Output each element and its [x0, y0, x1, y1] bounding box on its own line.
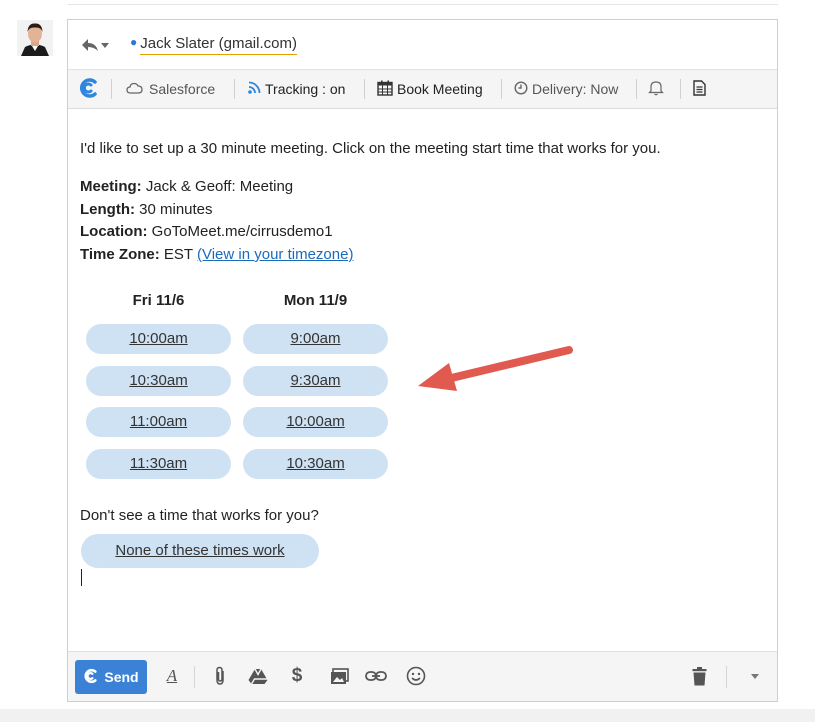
view-timezone-link[interactable]: (View in your timezone) [197, 246, 353, 263]
more-options-icon[interactable] [744, 665, 766, 687]
reply-icon[interactable] [80, 36, 100, 54]
meeting-label: Meeting: [80, 178, 142, 195]
time-slot[interactable]: 9:00am [243, 324, 388, 354]
text-cursor [81, 569, 82, 586]
clock-icon [514, 80, 528, 98]
location-value: GoToMeet.me/cirrusdemo1 [147, 223, 333, 240]
time-slot[interactable]: 10:00am [243, 407, 388, 437]
toolbar-divider [111, 79, 112, 99]
time-slot[interactable]: 10:30am [86, 366, 231, 396]
meeting-value: Jack & Geoff: Meeting [141, 178, 294, 195]
link-icon[interactable] [365, 665, 387, 687]
length-line: Length: 30 minutes [80, 201, 213, 218]
location-line: Location: GoToMeet.me/cirrusdemo1 [80, 223, 333, 240]
trash-icon[interactable] [688, 665, 710, 687]
footer-divider [194, 666, 195, 688]
toolbar-divider [636, 79, 637, 99]
page-bottom-band [0, 709, 815, 722]
rss-icon [248, 81, 261, 97]
none-of-these-times-button[interactable]: None of these times work [81, 534, 319, 568]
photo-icon[interactable] [328, 665, 350, 687]
emoji-icon[interactable] [405, 665, 427, 687]
footer-divider [726, 666, 727, 688]
time-slot[interactable]: 10:30am [243, 449, 388, 479]
drive-icon[interactable] [247, 665, 269, 687]
intro-text: I'd like to set up a 30 minute meeting. … [80, 140, 661, 157]
salesforce-button[interactable]: Salesforce [126, 70, 215, 108]
recipient-dot-icon: ● [130, 35, 138, 49]
delivery-button[interactable]: Delivery: Now [514, 70, 618, 108]
reminder-button[interactable] [648, 70, 664, 108]
timezone-label: Time Zone: [80, 246, 160, 263]
book-meeting-label: Book Meeting [397, 81, 483, 97]
meeting-line: Meeting: Jack & Geoff: Meeting [80, 178, 293, 195]
delivery-label: Delivery: Now [532, 81, 619, 97]
plugin-toolbar: Salesforce Tracking : on Book Meeting De… [68, 70, 777, 109]
time-slot[interactable]: 10:00am [86, 324, 231, 354]
time-slot[interactable]: 11:30am [86, 449, 231, 479]
bell-icon [648, 79, 664, 99]
timezone-value: EST [159, 246, 197, 263]
avatar [17, 20, 53, 56]
location-label: Location: [80, 223, 148, 240]
time-slot[interactable]: 11:00am [86, 407, 231, 437]
salesforce-label: Salesforce [149, 81, 216, 97]
toolbar-divider [680, 79, 681, 99]
tracking-label: Tracking : on [265, 81, 346, 97]
send-label: Send [104, 669, 139, 685]
template-button[interactable] [693, 70, 706, 108]
book-meeting-button[interactable]: Book Meeting [377, 70, 483, 108]
annotation-arrow [418, 346, 573, 391]
recipient-chip[interactable]: ● Jack Slater (gmail.com) [130, 35, 297, 55]
compose-header: ● Jack Slater (gmail.com) [68, 20, 777, 70]
toolbar-divider [501, 79, 502, 99]
dollar-icon[interactable]: $ [286, 665, 308, 687]
compose-footer: Send A $ [68, 651, 777, 701]
toolbar-divider [234, 79, 235, 99]
time-slot[interactable]: 9:30am [243, 366, 388, 396]
attachment-icon[interactable] [209, 665, 231, 687]
day-header-mon: Mon 11/9 [283, 292, 348, 309]
timezone-line: Time Zone: EST (View in your timezone) [80, 246, 353, 263]
text-format-icon[interactable]: A [161, 665, 183, 687]
tracking-toggle[interactable]: Tracking : on [248, 70, 345, 108]
send-button[interactable]: Send [75, 660, 147, 694]
recipient-name: Jack Slater (gmail.com) [140, 35, 297, 55]
reply-options-caret[interactable] [101, 43, 109, 48]
no-time-prompt: Don't see a time that works for you? [80, 507, 319, 524]
top-divider [68, 4, 778, 5]
document-icon [693, 79, 706, 99]
salesforce-cloud-icon [126, 81, 143, 97]
cirrus-logo-button[interactable] [78, 70, 100, 108]
cirrus-send-icon [83, 668, 99, 687]
length-label: Length: [80, 201, 135, 218]
calendar-icon [377, 80, 393, 99]
cirrus-logo-icon [78, 77, 100, 102]
length-value: 30 minutes [134, 201, 213, 218]
day-header-fri: Fri 11/6 [132, 292, 185, 309]
toolbar-divider [364, 79, 365, 99]
